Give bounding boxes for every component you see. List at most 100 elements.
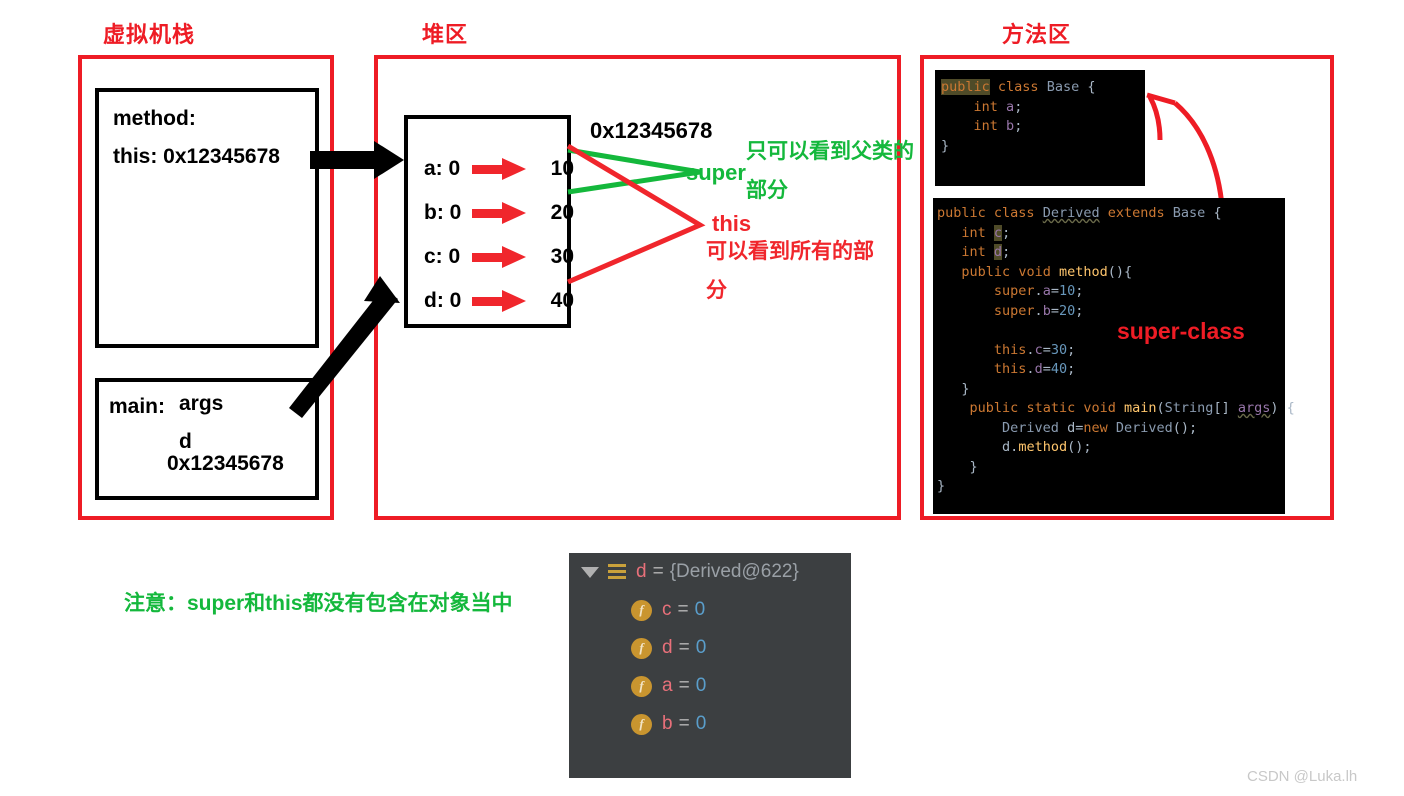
arrow-stack-to-heap <box>310 140 410 180</box>
debugger-child-name: d <box>662 637 673 658</box>
code-block-derived: public class Derived extends Base { int … <box>933 198 1295 514</box>
object-icon <box>608 564 626 580</box>
code-line: int d; <box>937 243 1281 263</box>
code-token: int <box>973 98 998 115</box>
code-token: class <box>993 205 1035 221</box>
code-line: int a; <box>941 98 1139 118</box>
code-line: d.method(); <box>937 438 1281 458</box>
field-icon: f <box>631 637 652 659</box>
code-line: Derived d=new Derived(); <box>937 419 1281 439</box>
code-token: c <box>993 224 1003 241</box>
debugger-child-value: 0 <box>695 713 707 734</box>
code-token: ; <box>1002 224 1011 241</box>
debugger-root-name: d <box>636 561 647 582</box>
code-token: class <box>997 79 1039 95</box>
code-token: String <box>1164 400 1214 416</box>
debugger-panel[interactable]: d = {Derived@622} f c = 0 f d = 0 f a = … <box>569 553 851 778</box>
annotation-super-desc-line2: 部分 <box>746 179 788 202</box>
code-token: static <box>1026 400 1076 416</box>
stack-frame-method-line1: method: <box>113 107 196 130</box>
code-token: Derived <box>1042 205 1100 221</box>
code-token: { <box>1205 205 1222 221</box>
code-token: 10 <box>1058 283 1076 299</box>
heap-field-name: b: 0 <box>424 201 462 224</box>
code-token: [] <box>1213 400 1238 416</box>
debugger-child-row[interactable]: f d = 0 <box>569 629 851 667</box>
code-token: void <box>1018 263 1051 280</box>
field-arrow-icon <box>472 202 526 224</box>
code-token: d <box>993 244 1003 260</box>
debugger-child-eq: = <box>677 599 689 620</box>
field-icon: f <box>631 713 652 735</box>
code-token: = <box>1042 341 1051 358</box>
debugger-child-eq: = <box>678 675 690 696</box>
field-arrow-icon <box>472 290 526 312</box>
code-token: } <box>937 380 970 397</box>
code-token: = <box>1050 302 1059 319</box>
code-line: int b; <box>941 117 1139 137</box>
annotation-super-label: super <box>686 160 746 185</box>
debugger-child-value: 0 <box>695 637 707 658</box>
code-token: } <box>941 137 950 154</box>
debugger-child-value: 0 <box>694 599 706 620</box>
code-token: int <box>973 118 998 134</box>
stack-frame-main-label: main: <box>109 395 166 418</box>
annotation-this-desc-line1: 可以看到所有的部 <box>706 240 874 263</box>
code-token: public <box>937 205 986 221</box>
code-token: = <box>1050 283 1059 299</box>
debugger-child-name: b <box>662 713 673 734</box>
heap-field-row: c: 0 30 <box>424 235 574 279</box>
debugger-child-row[interactable]: f b = 0 <box>569 705 851 743</box>
heap-field-value: 40 <box>550 289 574 312</box>
code-token: ; <box>1075 302 1084 319</box>
code-token: this <box>993 361 1027 377</box>
heap-field-name: c: 0 <box>424 245 461 268</box>
code-token: . <box>1034 283 1043 299</box>
heap-field-value: 20 <box>550 201 574 224</box>
code-line: public static void main(String[] args) { <box>937 399 1295 419</box>
debugger-child-name: a <box>662 675 673 696</box>
debugger-child-row[interactable]: f a = 0 <box>569 667 851 705</box>
code-token: method <box>1018 439 1068 455</box>
chevron-down-icon[interactable] <box>581 566 599 578</box>
region-title-heap: 堆区 <box>422 22 469 47</box>
code-token: public <box>961 263 1011 280</box>
code-line: } <box>937 380 1281 400</box>
debugger-root-row[interactable]: d = {Derived@622} <box>569 553 851 591</box>
code-token: Derived <box>1002 419 1059 436</box>
code-token: c <box>1034 341 1043 358</box>
code-token: (){ <box>1107 263 1133 280</box>
code-token: . <box>1034 302 1043 319</box>
debugger-child-eq: = <box>678 713 690 734</box>
code-token: ; <box>1014 118 1023 134</box>
code-token: ) { <box>1270 400 1295 416</box>
debugger-child-row[interactable]: f c = 0 <box>569 591 851 629</box>
region-title-method-area: 方法区 <box>1002 22 1072 47</box>
annotation-this-label: this <box>712 211 752 236</box>
code-token: this <box>993 341 1027 358</box>
code-token: args <box>1237 400 1271 416</box>
heap-field-list: a: 0 10 b: 0 20 c: 0 30 d: 0 40 <box>424 147 574 323</box>
code-token: b <box>1042 302 1051 319</box>
code-token: } <box>937 478 946 494</box>
code-token: { <box>1079 79 1096 95</box>
code-line: this.d=40; <box>937 360 1281 380</box>
code-block-base: public class Base { int a; int b;} <box>935 70 1145 186</box>
heap-object-address: 0x12345678 <box>590 118 713 143</box>
code-token: 40 <box>1050 361 1068 377</box>
